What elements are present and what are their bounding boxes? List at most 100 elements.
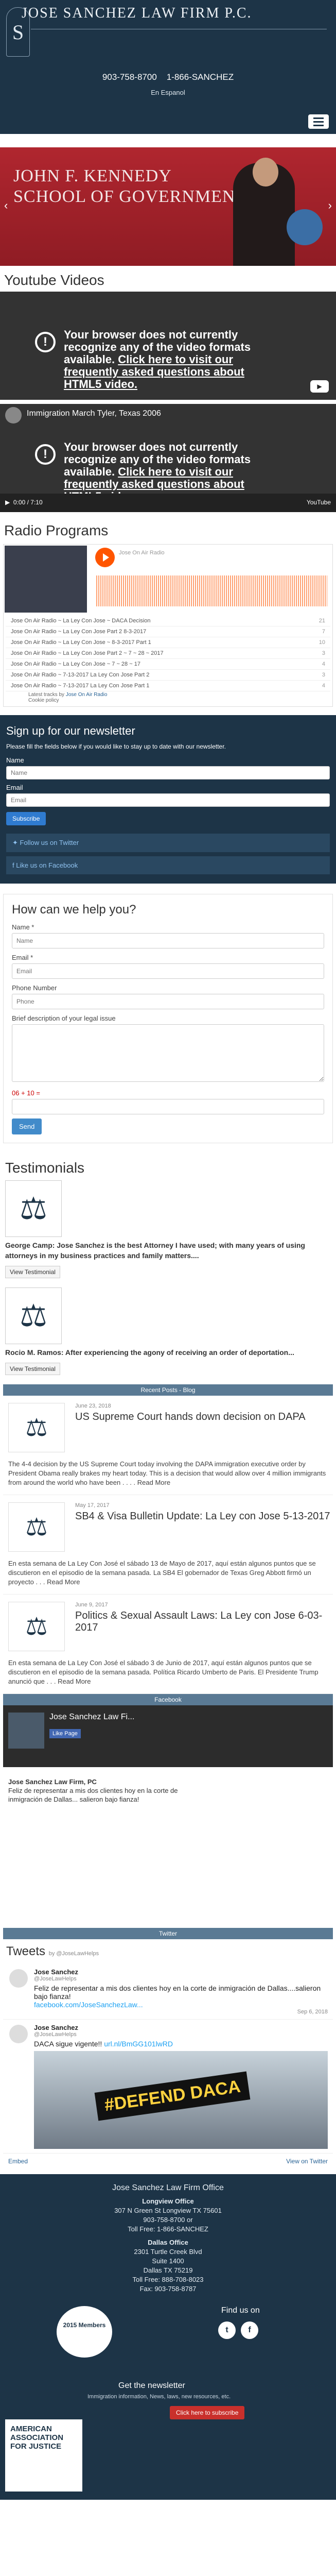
track-plays: 21 xyxy=(319,618,325,624)
video-controls[interactable]: ▶ 0:00 / 7:10 YouTube xyxy=(0,494,336,512)
facebook-icon[interactable]: f xyxy=(241,2321,258,2339)
video-title[interactable]: Immigration March Tyler, Texas 2006 xyxy=(27,409,161,418)
phone-2[interactable]: 1-866-SANCHEZ xyxy=(167,72,234,82)
facebook-widget: Facebook Jose Sanchez Law Fi... Like Pag… xyxy=(3,1694,333,1928)
subscribe-newsletter-button[interactable]: Click here to subscribe xyxy=(170,2406,245,2419)
testimonials-title: Testimonials xyxy=(5,1160,85,1176)
track-label: Jose On Air Radio ~ La Ley Con Jose Part… xyxy=(11,629,147,635)
footer-lv-phone[interactable]: 903-758-8700 or xyxy=(5,2215,331,2225)
post-title[interactable]: SB4 & Visa Bulletin Update: La Ley con J… xyxy=(75,1511,330,1522)
cookie-policy-link[interactable]: Cookie policy xyxy=(28,698,107,703)
tweet-link[interactable]: url.nl/BmGG101lwRD xyxy=(104,2040,173,2048)
avatar xyxy=(9,1969,28,1988)
facebook-post: Jose Sanchez Law Firm, PC Feliz de repre… xyxy=(8,1777,199,1804)
signup-email-input[interactable] xyxy=(6,793,330,807)
play-icon[interactable]: ▶ xyxy=(5,499,10,506)
contact-form: How can we help you? Name * Email * Phon… xyxy=(3,894,333,1143)
facebook-cover[interactable]: Jose Sanchez Law Fi... Like Page xyxy=(3,1705,333,1767)
logo-wordmark[interactable]: JOSE SANCHEZ LAW FIRM P.C. xyxy=(22,5,252,22)
next-arrow-icon[interactable]: › xyxy=(328,199,332,212)
tweet-handle[interactable]: @JoseLawHelps xyxy=(34,2031,328,2038)
player-title[interactable]: Jose On Air Radio xyxy=(119,550,165,556)
footer-dallas: Dallas Office xyxy=(148,2239,188,2246)
scales-logo-icon: ⚖ xyxy=(8,1403,65,1452)
contact-name-input[interactable] xyxy=(12,933,324,948)
tweet-2[interactable]: Jose Sanchez @JoseLawHelps DACA sigue vi… xyxy=(3,2020,333,2154)
view-testimonial-button[interactable]: View Testimonial xyxy=(5,1363,60,1375)
phone-1[interactable]: 903-758-8700 xyxy=(102,72,157,82)
hero-line-2: SCHOOL OF GOVERNMENT xyxy=(13,187,247,206)
tweet-author[interactable]: Jose Sanchez xyxy=(34,1968,328,1976)
tweet-link[interactable]: facebook.com/JoseSanchezLaw... xyxy=(34,2001,328,2009)
track-item[interactable]: Jose On Air Radio ~ La Ley Con Jose ~ 8-… xyxy=(6,637,330,648)
footer-d-fax: Fax: 903-758-8787 xyxy=(139,2285,197,2293)
track-item[interactable]: Jose On Air Radio ~ 7-13-2017 La Ley Con… xyxy=(6,670,330,681)
track-item[interactable]: Jose On Air Radio ~ La Ley Con Jose Part… xyxy=(6,626,330,637)
track-plays: 3 xyxy=(322,650,325,656)
captcha-input[interactable] xyxy=(12,1099,324,1114)
track-label: Jose On Air Radio ~ La Ley Con Jose ~ 8-… xyxy=(11,639,151,646)
credit-prefix: Latest tracks by xyxy=(28,692,66,698)
twitter-follow[interactable]: ✦ Follow us on Twitter xyxy=(6,834,330,852)
send-button[interactable]: Send xyxy=(12,1118,42,1134)
contact-desc-textarea[interactable] xyxy=(12,1024,324,1082)
contact-email-input[interactable] xyxy=(12,963,324,979)
soundcloud-widget[interactable]: Jose On Air Radio Jose On Air Radio ~ La… xyxy=(3,544,333,707)
signup-intro: Please fill the fields below if you woul… xyxy=(6,743,226,750)
testimonial-quote: George Camp: Jose Sanchez is the best At… xyxy=(5,1241,305,1260)
blog-post: ⚖ June 23, 2018 US Supreme Court hands dow… xyxy=(3,1396,333,1495)
post-title[interactable]: US Supreme Court hands down decision on … xyxy=(75,1411,306,1423)
contact-phone-input[interactable] xyxy=(12,994,324,1009)
facebook-like[interactable]: f Like us on Facebook xyxy=(6,856,330,874)
tweets-by[interactable]: by @JoseLawHelps xyxy=(49,1951,99,1957)
youtube-icon[interactable]: ▶ xyxy=(310,380,329,393)
tweet-image[interactable]: #DEFEND DACA xyxy=(34,2051,328,2149)
track-item[interactable]: Jose On Air Radio ~ La Ley Con Jose Part… xyxy=(6,648,330,659)
facebook-header: Facebook xyxy=(3,1694,333,1705)
credit-link[interactable]: Jose On Air Radio xyxy=(66,692,108,698)
facebook-like-button[interactable]: Like Page xyxy=(49,1729,81,1738)
tweet-1[interactable]: Jose Sanchez @JoseLawHelps Feliz de repr… xyxy=(3,1964,333,2020)
language-link[interactable]: En Espanol xyxy=(0,89,336,96)
contact-phone-label: Phone Number xyxy=(12,984,57,992)
signup-name-input[interactable] xyxy=(6,766,330,779)
twitter-icon[interactable]: t xyxy=(218,2321,236,2339)
facebook-page-name[interactable]: Jose Sanchez Law Fi... xyxy=(49,1713,134,1722)
subscribe-button[interactable]: Subscribe xyxy=(6,812,46,825)
track-item[interactable]: Jose On Air Radio ~ La Ley Con Jose ~ DA… xyxy=(6,616,330,626)
footer-d-toll[interactable]: Toll Free: 888-708-8023 xyxy=(5,2275,331,2284)
waveform[interactable] xyxy=(96,575,327,606)
view-testimonial-button[interactable]: View Testimonial xyxy=(5,1266,60,1278)
testimonial-2: ⚖ Rocio M. Ramos: After experiencing the… xyxy=(5,1287,331,1375)
tweet-text: DACA sigue vigente!! xyxy=(34,2040,102,2048)
scales-logo-icon: ⚖ xyxy=(8,1502,65,1552)
youtube-logo[interactable]: YouTube xyxy=(307,499,331,506)
hero-globe xyxy=(287,209,323,245)
footer-d-addr2: Suite 1400 xyxy=(152,2257,184,2265)
tweet-handle[interactable]: @JoseLawHelps xyxy=(34,1976,328,1982)
hero-carousel: JOHN F. KENNEDY SCHOOL OF GOVERNMENT ‹ › xyxy=(0,147,336,266)
aaj-logo: AMERICAN ASSOCIATION FOR JUSTICE xyxy=(5,2419,82,2492)
track-item[interactable]: Jose On Air Radio ~ 7-13-2017 La Ley Con… xyxy=(6,681,330,691)
scales-logo-icon: ⚖ xyxy=(8,1602,65,1651)
facebook-post-author[interactable]: Jose Sanchez Law Firm, PC xyxy=(8,1777,199,1786)
warning-icon: ! xyxy=(35,332,56,352)
prev-arrow-icon[interactable]: ‹ xyxy=(4,199,8,212)
avatar xyxy=(9,2025,28,2043)
embed-link[interactable]: Embed xyxy=(8,2158,28,2165)
scales-logo-icon: ⚖ xyxy=(5,1180,62,1237)
warning-icon: ! xyxy=(35,444,56,465)
tweet-author[interactable]: Jose Sanchez xyxy=(34,2024,328,2031)
video-player-2[interactable]: Immigration March Tyler, Texas 2006 ! Yo… xyxy=(0,404,336,512)
footer-lv-toll[interactable]: Toll Free: 1-866-SANCHEZ xyxy=(5,2225,331,2234)
menu-toggle-button[interactable] xyxy=(308,114,329,129)
facebook-profile-image xyxy=(8,1713,44,1749)
view-on-twitter-link[interactable]: View on Twitter xyxy=(286,2158,328,2165)
play-icon[interactable] xyxy=(95,548,115,567)
post-title[interactable]: Politics & Sexual Assault Laws: La Ley c… xyxy=(75,1610,333,1634)
track-item[interactable]: Jose On Air Radio ~ La Ley Con Jose ~ 7 … xyxy=(6,659,330,670)
testimonial-quote: Rocio M. Ramos: After experiencing the a… xyxy=(5,1348,294,1357)
tweet-text: Feliz de representar a mis dos clientes … xyxy=(34,1984,321,2001)
track-plays: 10 xyxy=(319,639,325,646)
video-player-1[interactable]: ! Your browser does not currently recogn… xyxy=(0,292,336,400)
